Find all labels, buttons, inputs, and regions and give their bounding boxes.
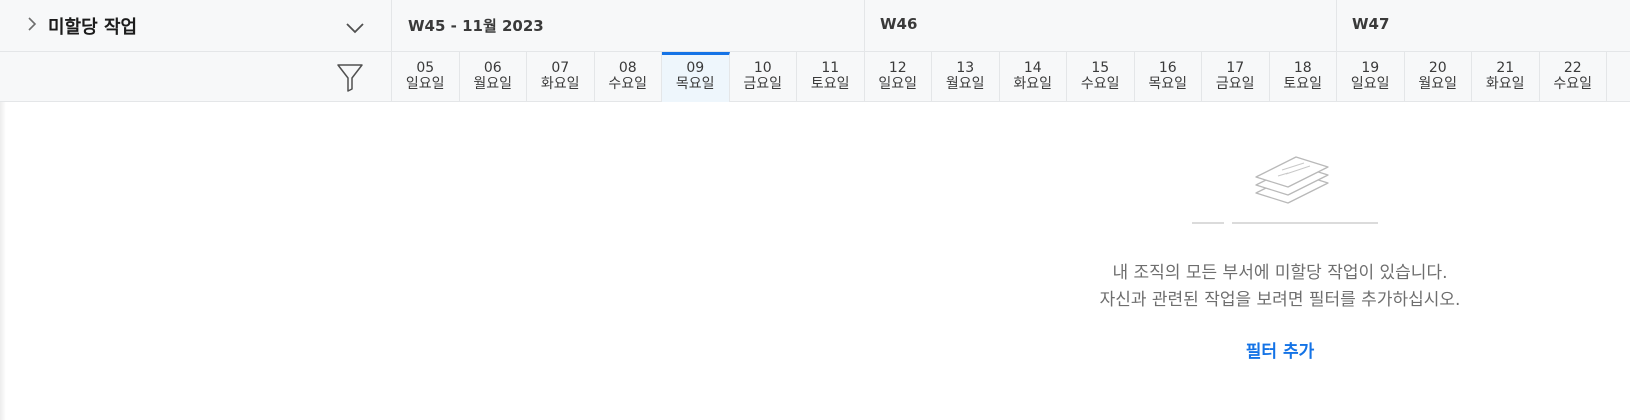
day-column-21[interactable]: 21 화요일 <box>1472 52 1540 102</box>
empty-state-message: 내 조직의 모든 부서에 미할당 작업이 있습니다. 자신과 관련된 작업을 보… <box>1060 260 1500 314</box>
day-number: 09 <box>686 60 705 76</box>
add-filter-link[interactable]: 필터 추가 <box>1060 337 1500 362</box>
day-name: 월요일 <box>1418 76 1458 92</box>
day-number: 14 <box>1023 60 1042 76</box>
day-column-15[interactable]: 15 수요일 <box>1067 52 1135 102</box>
day-name: 목요일 <box>675 76 715 92</box>
day-name: 금요일 <box>743 76 783 92</box>
day-name: 토요일 <box>810 76 850 92</box>
day-number: 10 <box>753 60 772 76</box>
day-column-12[interactable]: 12 일요일 <box>865 52 932 102</box>
week-divider <box>1336 0 1337 52</box>
day-name: 일요일 <box>405 76 445 92</box>
day-name: 금요일 <box>1215 76 1255 92</box>
stacked-papers-icon <box>1192 156 1378 224</box>
day-number: 22 <box>1563 60 1582 76</box>
day-name: 화요일 <box>540 76 580 92</box>
day-number: 11 <box>821 60 840 76</box>
day-column-10[interactable]: 10 금요일 <box>730 52 797 102</box>
day-number: 05 <box>416 60 435 76</box>
day-name: 수요일 <box>1080 76 1120 92</box>
day-column-07[interactable]: 07 화요일 <box>527 52 595 102</box>
timeline-header-days: 05 일요일 06 월요일 07 화요일 08 수요일 09 목요일 10 금요일 11 토요일 12 일요일… <box>0 52 1630 102</box>
day-number: 06 <box>483 60 502 76</box>
day-column-19[interactable]: 19 일요일 <box>1337 52 1405 102</box>
week-label-w45: W45 - 11월 2023 <box>408 17 544 35</box>
day-column-20[interactable]: 20 월요일 <box>1405 52 1472 102</box>
panel-edge-shadow <box>0 102 6 420</box>
day-number: 16 <box>1158 60 1177 76</box>
week-divider <box>864 0 865 52</box>
day-number: 20 <box>1428 60 1447 76</box>
day-name: 화요일 <box>1485 76 1525 92</box>
day-name: 월요일 <box>473 76 513 92</box>
day-column-11[interactable]: 11 토요일 <box>797 52 865 102</box>
day-name: 수요일 <box>608 76 648 92</box>
day-name: 일요일 <box>878 76 918 92</box>
filter-bar <box>0 52 392 102</box>
empty-state-line2: 자신과 관련된 작업을 보려면 필터를 추가하십시오. <box>1099 290 1461 310</box>
day-column-06[interactable]: 06 월요일 <box>460 52 527 102</box>
day-number: 13 <box>956 60 975 76</box>
day-number: 07 <box>551 60 570 76</box>
day-columns: 05 일요일 06 월요일 07 화요일 08 수요일 09 목요일 10 금요일 11 토요일 12 일요일… <box>392 52 1607 102</box>
day-number: 17 <box>1226 60 1245 76</box>
week-label-w46: W46 <box>880 15 918 33</box>
day-column-17[interactable]: 17 금요일 <box>1202 52 1270 102</box>
day-name: 목요일 <box>1148 76 1188 92</box>
day-number: 12 <box>888 60 907 76</box>
day-column-22[interactable]: 22 수요일 <box>1540 52 1607 102</box>
day-name: 일요일 <box>1350 76 1390 92</box>
chevron-right-icon[interactable] <box>24 14 40 34</box>
day-name: 월요일 <box>945 76 985 92</box>
day-column-14[interactable]: 14 화요일 <box>1000 52 1067 102</box>
day-column-18[interactable]: 18 토요일 <box>1270 52 1337 102</box>
panel-title: 미할당 작업 <box>48 17 138 38</box>
chevron-down-icon[interactable] <box>344 18 366 38</box>
day-number: 08 <box>618 60 637 76</box>
day-column-05[interactable]: 05 일요일 <box>392 52 460 102</box>
day-name: 토요일 <box>1283 76 1323 92</box>
empty-state: 내 조직의 모든 부서에 미할당 작업이 있습니다. 자신과 관련된 작업을 보… <box>1060 150 1500 370</box>
day-number: 18 <box>1293 60 1312 76</box>
day-column-16[interactable]: 16 목요일 <box>1135 52 1202 102</box>
day-number: 21 <box>1496 60 1515 76</box>
day-name: 화요일 <box>1013 76 1053 92</box>
day-number: 19 <box>1361 60 1380 76</box>
day-column-08[interactable]: 08 수요일 <box>595 52 662 102</box>
day-column-09[interactable]: 09 목요일 <box>662 52 730 102</box>
funnel-icon[interactable] <box>335 61 365 93</box>
timeline-header-weeks: 미할당 작업 W45 - 11월 2023 W46 W47 <box>0 0 1630 52</box>
day-number: 15 <box>1091 60 1110 76</box>
week-label-w47: W47 <box>1352 15 1390 33</box>
unassigned-panel-header: 미할당 작업 <box>0 0 392 52</box>
empty-state-line1: 내 조직의 모든 부서에 미할당 작업이 있습니다. <box>1112 263 1448 283</box>
day-name: 수요일 <box>1553 76 1593 92</box>
day-column-13[interactable]: 13 월요일 <box>932 52 1000 102</box>
